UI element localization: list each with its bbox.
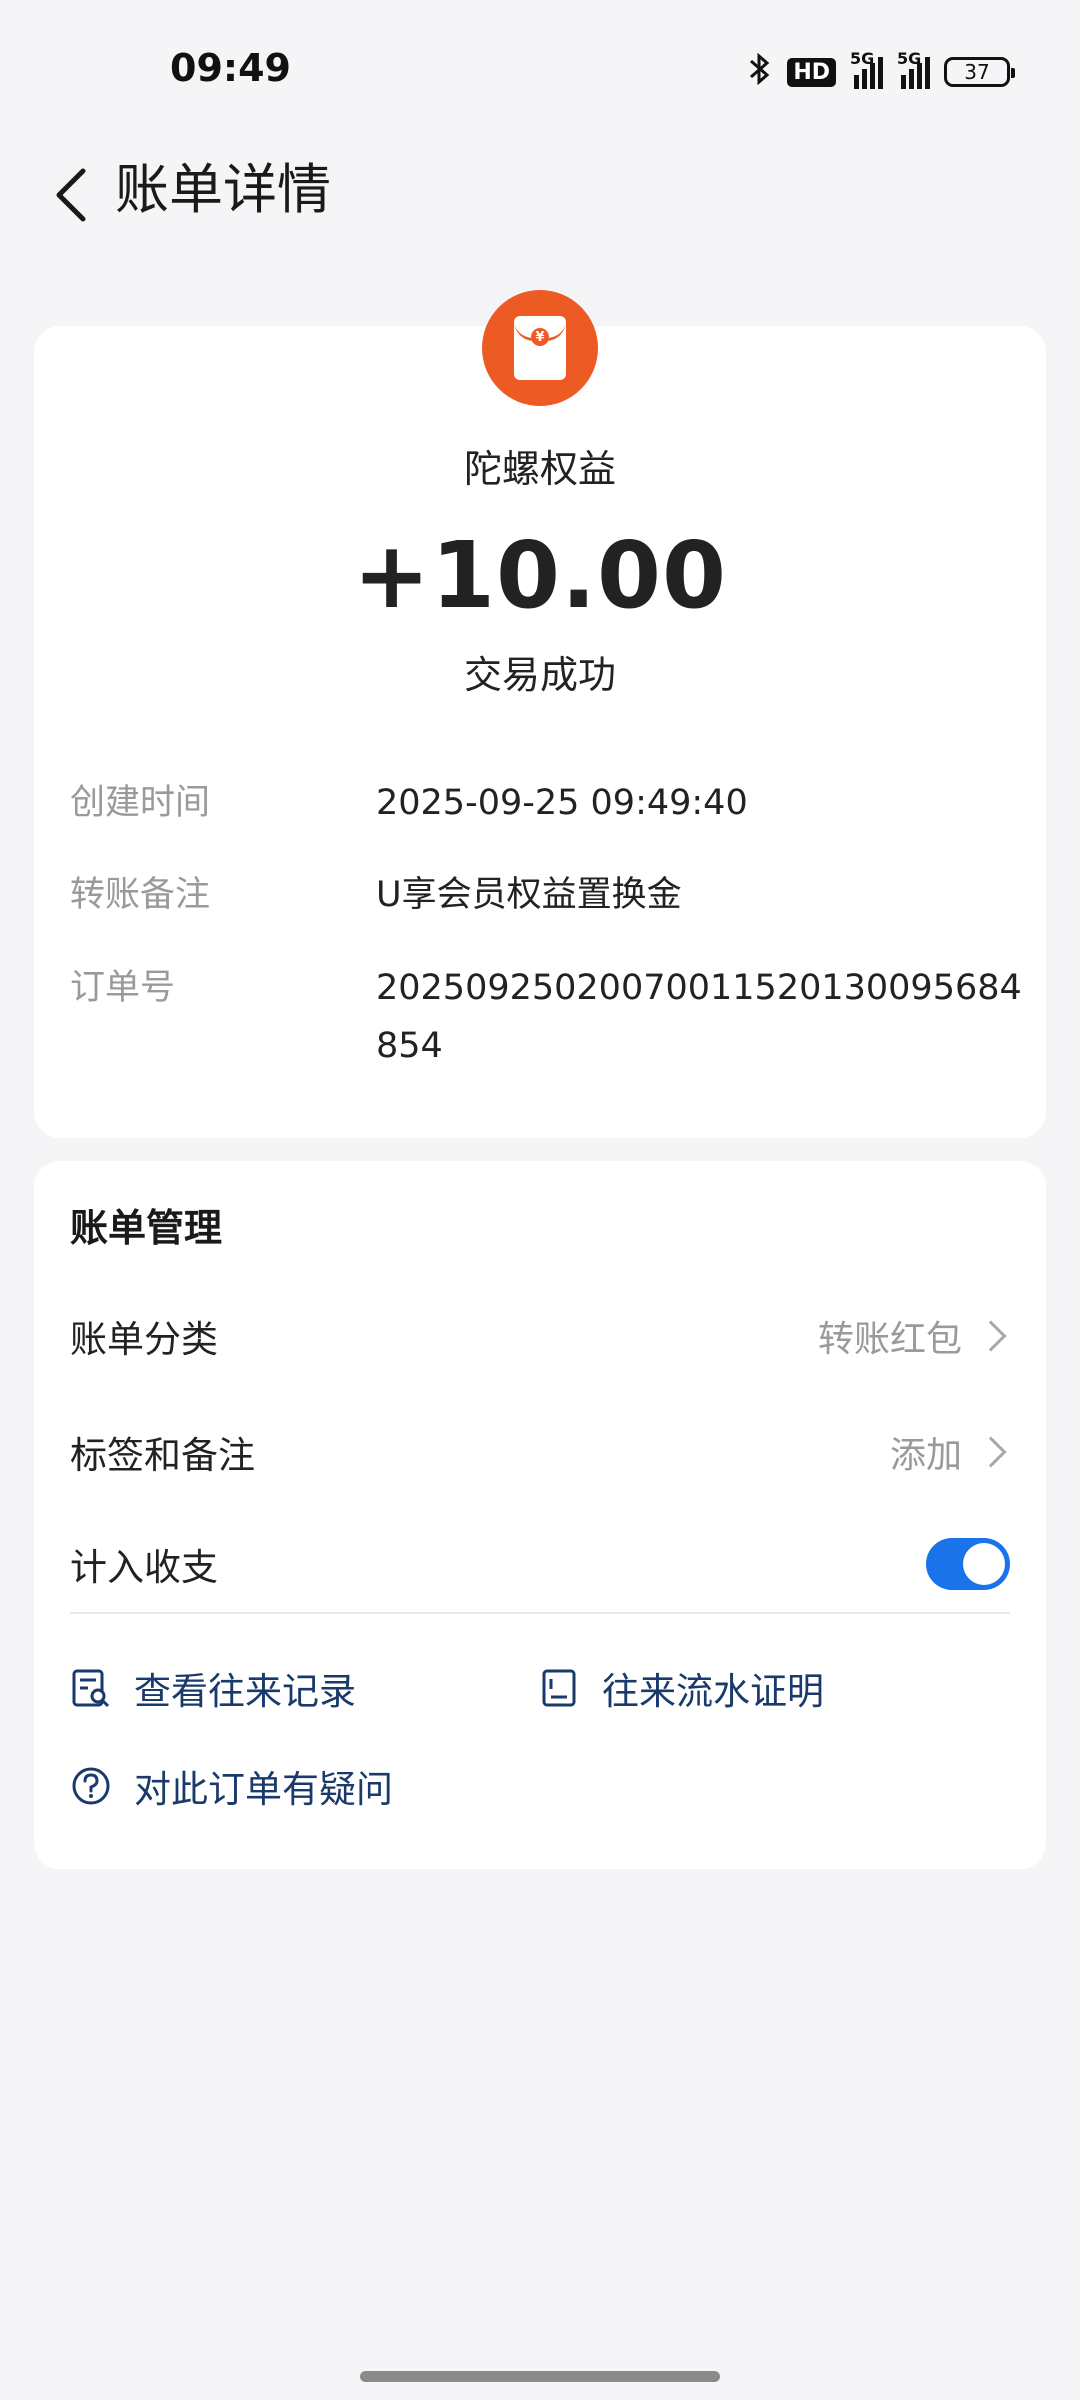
order-question-link[interactable]: 对此订单有疑问 xyxy=(70,1759,393,1813)
signal-icon-1: 5G xyxy=(850,49,883,89)
include-in-stats-toggle[interactable] xyxy=(926,1538,1010,1590)
link-label: 查看往来记录 xyxy=(134,1670,356,1713)
bill-management-card: 账单管理 账单分类 转账红包 标签和备注 添加 计入收支 查看往来记录 往来流水… xyxy=(34,1161,1046,1869)
record-search-icon xyxy=(72,1669,110,1708)
status-bar: 09:49 HD 5G 5G 37 xyxy=(0,0,1080,140)
page-title: 账单详情 xyxy=(115,158,331,221)
include-in-stats-row: 计入收支 xyxy=(70,1529,1010,1599)
bluetooth-icon xyxy=(747,51,773,93)
link-label: 对此订单有疑问 xyxy=(134,1768,393,1811)
question-circle-icon xyxy=(72,1767,110,1805)
transaction-proof-link[interactable]: 往来流水证明 xyxy=(538,1661,824,1715)
chevron-right-icon xyxy=(975,1436,1007,1468)
info-value: 2025-09-25 09:49:40 xyxy=(376,783,748,823)
chevron-left-icon xyxy=(56,168,86,222)
bill-category-row[interactable]: 账单分类 转账红包 xyxy=(70,1301,1010,1371)
red-packet-icon: ¥ xyxy=(482,290,598,406)
divider xyxy=(70,1612,1010,1614)
info-value: U享会员权益置换金 xyxy=(376,875,682,915)
section-title: 账单管理 xyxy=(70,1206,223,1250)
order-number-value: 20250925020070011520130095684854 xyxy=(376,968,1022,1066)
app-header: 账单详情 xyxy=(0,140,1080,270)
tags-notes-row[interactable]: 标签和备注 添加 xyxy=(70,1417,1010,1487)
tags-notes-value: 添加 xyxy=(889,1435,962,1476)
transaction-amount: +10.00 xyxy=(352,522,728,629)
document-icon xyxy=(542,1669,576,1707)
back-button[interactable] xyxy=(36,160,106,230)
merchant-name: 陀螺权益 xyxy=(463,447,616,491)
link-label: 往来流水证明 xyxy=(602,1670,824,1713)
view-records-link[interactable]: 查看往来记录 xyxy=(70,1661,356,1715)
transaction-status: 交易成功 xyxy=(463,653,616,697)
info-label: 转账备注 xyxy=(70,875,211,915)
status-time: 09:49 xyxy=(170,46,291,90)
chevron-right-icon xyxy=(975,1320,1007,1352)
setting-label: 账单分类 xyxy=(70,1318,218,1361)
bill-category-value: 转账红包 xyxy=(817,1319,962,1360)
hd-badge: HD xyxy=(787,57,836,87)
signal-icon-2: 5G xyxy=(897,49,930,89)
home-indicator[interactable] xyxy=(360,2371,720,2382)
info-label: 订单号 xyxy=(70,968,176,1008)
battery-icon: 37 xyxy=(944,57,1015,87)
status-icons: HD 5G 5G 37 xyxy=(747,49,1015,93)
setting-label: 标签和备注 xyxy=(70,1434,255,1477)
setting-label: 计入收支 xyxy=(70,1546,218,1589)
info-label: 创建时间 xyxy=(70,783,211,823)
transaction-card: 陀螺权益 +10.00 交易成功 创建时间 2025-09-25 09:49:4… xyxy=(34,326,1046,1138)
